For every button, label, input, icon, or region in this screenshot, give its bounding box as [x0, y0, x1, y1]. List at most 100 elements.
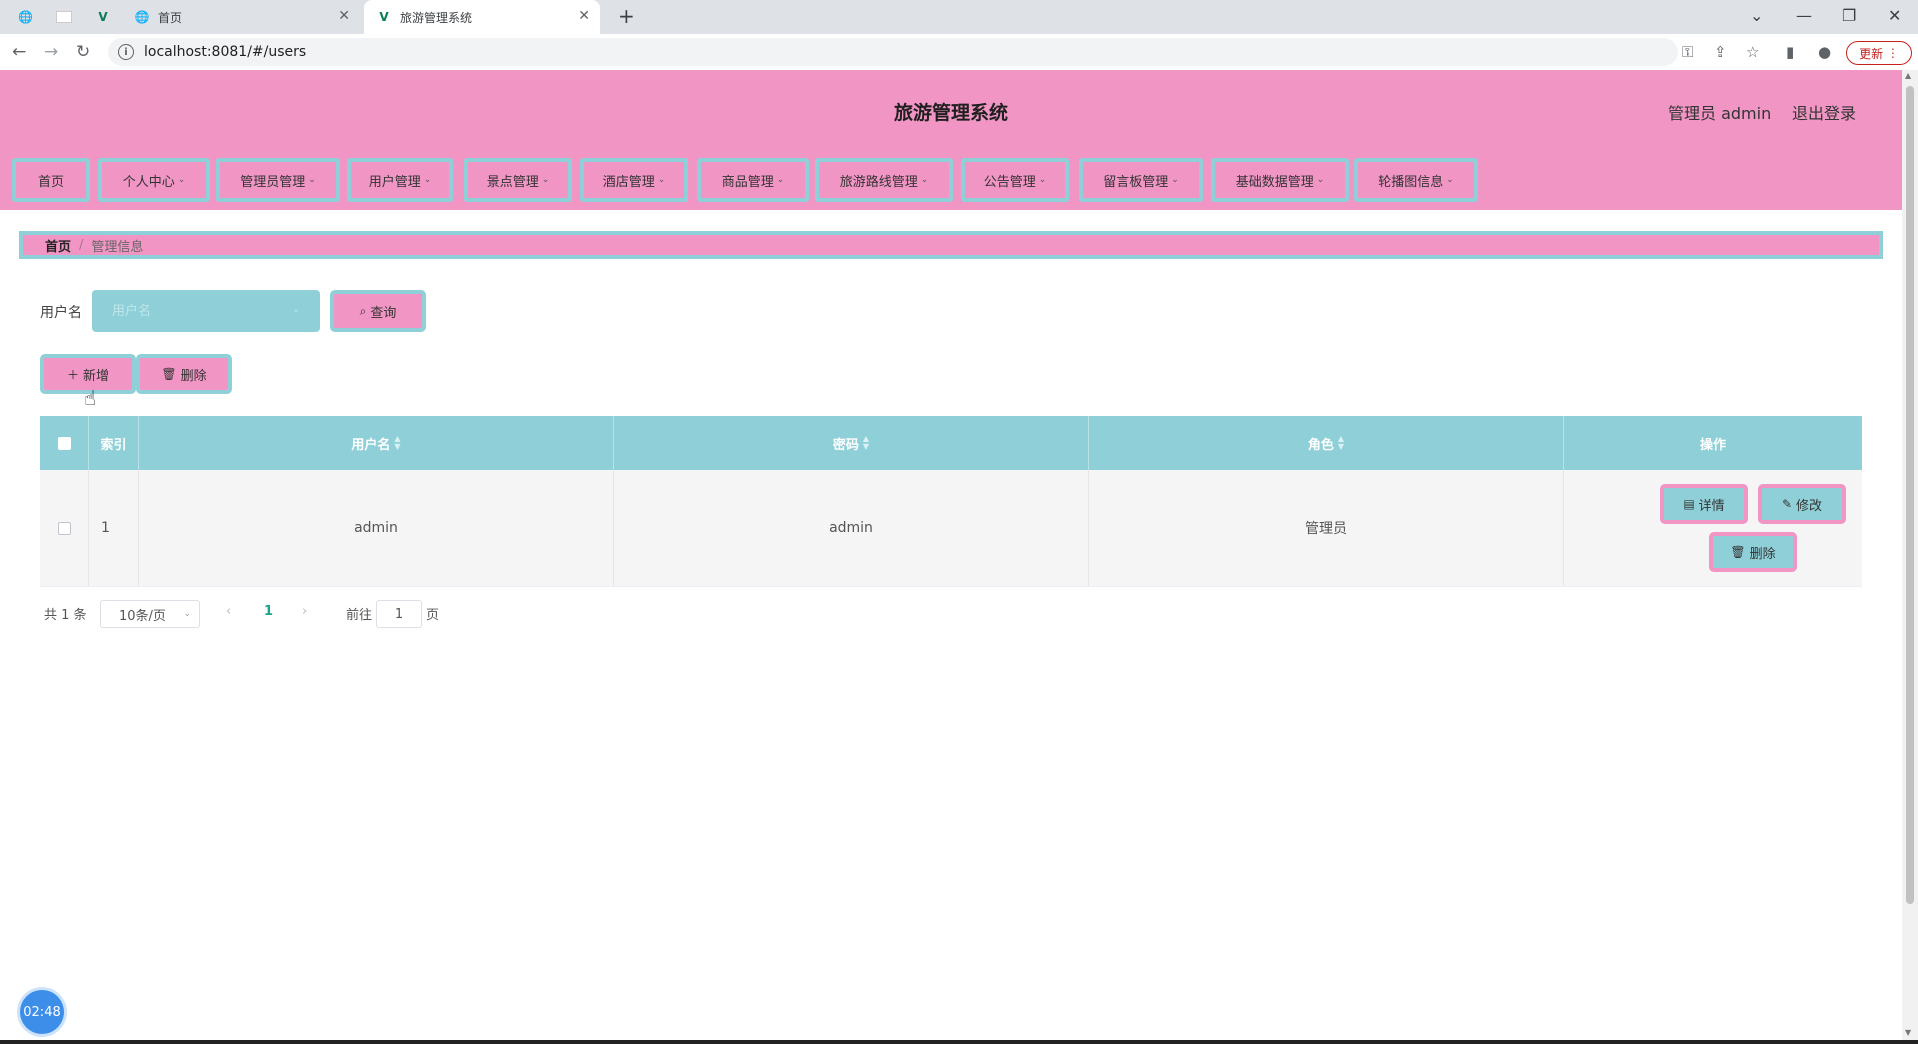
menu-item-attraction-management[interactable]: 景点管理 ⌄ — [464, 158, 572, 202]
browser-tab-pinned-3[interactable]: V — [96, 0, 118, 34]
menu-item-message-board-management[interactable]: 留言板管理 ⌄ — [1079, 158, 1203, 202]
page-size-select[interactable]: 10条/页 ⌄ — [100, 600, 200, 628]
pagination-total: 共 1 条 — [44, 608, 87, 623]
close-window-icon[interactable]: ✕ — [1888, 6, 1901, 25]
menu-item-route-management[interactable]: 旅游路线管理 ⌄ — [815, 158, 953, 202]
globe-icon: 🌐 — [134, 10, 150, 24]
table-header: 索引 用户名 ▲ ▼ 密码 ▲ ▼ 角色 ▲ ▼ 操作 — [40, 416, 1862, 470]
header-role[interactable]: 角色 ▲ ▼ — [1089, 416, 1564, 470]
chevron-down-icon: ⌄ — [183, 609, 191, 619]
chevron-down-icon: ⌄ — [292, 304, 301, 315]
site-info-icon[interactable]: i — [118, 44, 134, 60]
update-label: 更新 — [1859, 46, 1884, 61]
row-checkbox[interactable] — [57, 521, 71, 535]
bookmark-star-icon[interactable]: ☆ — [1746, 43, 1759, 61]
menu-item-label: 景点管理 — [486, 174, 539, 190]
header-index: 索引 — [89, 416, 139, 470]
restore-icon[interactable]: ❐ — [1842, 6, 1856, 25]
back-arrow-icon[interactable]: ← — [12, 42, 26, 62]
menu-item-base-data-management[interactable]: 基础数据管理 ⌄ — [1211, 158, 1349, 202]
pencil-icon: ✎ — [1781, 497, 1793, 511]
plus-icon: ＋ — [66, 367, 79, 382]
site-title: 旅游管理系统 — [893, 102, 1008, 124]
taskbar-edge — [0, 1040, 1918, 1044]
minimize-icon[interactable]: — — [1796, 6, 1812, 25]
menu-item-label: 管理员管理 — [240, 174, 306, 190]
browser-tab-active[interactable]: V 旅游管理系统 ✕ — [364, 0, 600, 34]
header-label: 用户名 — [351, 437, 391, 453]
sort-icon[interactable]: ▲ ▼ — [1338, 435, 1344, 451]
sort-icon[interactable]: ▲ ▼ — [394, 435, 400, 451]
page-size-value: 10条/页 — [119, 608, 166, 624]
trash-icon: 🗑 — [1730, 545, 1746, 559]
menu-item-carousel-info[interactable]: 轮播图信息 ⌄ — [1354, 158, 1478, 202]
close-tab-icon[interactable]: ✕ — [338, 8, 350, 24]
menu-item-admin-management[interactable]: 管理员管理 ⌄ — [216, 158, 340, 202]
scroll-down-arrow-icon[interactable]: ▼ — [1905, 1028, 1911, 1037]
menu-item-product-management[interactable]: 商品管理 ⌄ — [697, 158, 809, 202]
browser-tab-pinned-2[interactable] — [56, 0, 78, 34]
row-delete-button-label: 删除 — [1749, 546, 1776, 562]
username-search-input[interactable] — [92, 290, 320, 332]
menu-item-home[interactable]: 首页 — [12, 158, 90, 202]
url-field[interactable]: i localhost:8081/#/users — [108, 38, 1678, 66]
header-username[interactable]: 用户名 ▲ ▼ — [139, 416, 614, 470]
trash-icon: 🗑 — [161, 367, 177, 381]
goto-page-input[interactable] — [376, 600, 422, 628]
floating-clock-badge[interactable]: 02:48 — [20, 990, 64, 1034]
header-label: 角色 — [1307, 437, 1334, 453]
search-button[interactable]: ⌕ 查询 — [330, 290, 426, 332]
new-tab-icon[interactable]: + — [618, 4, 635, 28]
header-label: 操作 — [1699, 437, 1726, 453]
menu-item-personal-center[interactable]: 个人中心 ⌄ — [98, 158, 210, 202]
reload-icon[interactable]: ↻ — [76, 42, 90, 62]
search-label: 用户名 — [40, 305, 82, 321]
browser-update-button[interactable]: 更新 ⋮ — [1846, 41, 1912, 65]
breadcrumb-separator: / — [79, 237, 84, 253]
scrollbar-thumb[interactable] — [1906, 86, 1914, 904]
browser-address-bar: ← → ↻ i localhost:8081/#/users ⚿ ⇪ ☆ ▮ ● — [0, 34, 1918, 71]
cell-role: 管理员 — [1089, 470, 1564, 586]
search-icon: ⌕ — [359, 303, 367, 318]
users-table: 索引 用户名 ▲ ▼ 密码 ▲ ▼ 角色 ▲ ▼ 操作 1 admin admin 管理员 … — [40, 416, 1862, 588]
chevron-down-icon: ⌄ — [1316, 175, 1325, 185]
menu-item-notice-management[interactable]: 公告管理 ⌄ — [961, 158, 1069, 202]
tab-search-chevron-icon[interactable]: ⌄ — [1750, 6, 1763, 25]
browser-tab-home[interactable]: 🌐 首页 ✕ — [134, 0, 360, 34]
detail-button[interactable]: ▤ 详情 — [1660, 484, 1748, 524]
select-all-checkbox[interactable] — [57, 436, 71, 450]
menu-item-hotel-management[interactable]: 酒店管理 ⌄ — [580, 158, 688, 202]
edit-button[interactable]: ✎ 修改 — [1758, 484, 1846, 524]
share-icon[interactable]: ⇪ — [1714, 43, 1727, 61]
next-page-icon[interactable]: › — [302, 604, 307, 619]
chevron-down-icon: ⌄ — [308, 175, 316, 185]
menu-item-label: 轮播图信息 — [1378, 174, 1444, 190]
key-icon[interactable]: ⚿ — [1682, 43, 1693, 61]
browser-tab-pinned-1[interactable]: 🌐 — [18, 0, 40, 34]
chevron-down-icon: ⌄ — [1038, 175, 1047, 185]
document-icon: ▤ — [1683, 497, 1695, 511]
logout-link[interactable]: 退出登录 — [1792, 100, 1856, 124]
page-number-current[interactable]: 1 — [264, 604, 273, 619]
scroll-up-arrow-icon[interactable]: ▲ — [1905, 71, 1911, 80]
breadcrumb-home[interactable]: 首页 — [45, 236, 71, 255]
menu-item-user-management[interactable]: 用户管理 ⌄ — [347, 158, 453, 202]
forward-arrow-icon[interactable]: → — [44, 42, 58, 62]
menu-item-label: 旅游路线管理 — [839, 174, 918, 190]
profile-icon[interactable]: ● — [1818, 43, 1831, 61]
close-tab-icon[interactable]: ✕ — [578, 8, 590, 24]
row-delete-button[interactable]: 🗑 删除 — [1709, 532, 1797, 572]
goto-suffix: 页 — [426, 608, 440, 623]
menu-item-label: 用户管理 — [368, 174, 421, 190]
breadcrumb-current: 管理信息 — [91, 239, 144, 255]
chevron-down-icon: ⌄ — [920, 175, 929, 185]
sort-icon[interactable]: ▲ ▼ — [863, 435, 869, 451]
breadcrumb: 首页 / 管理信息 — [19, 231, 1883, 259]
batch-delete-button[interactable]: 🗑 删除 — [136, 354, 232, 394]
prev-page-icon[interactable]: ‹ — [226, 604, 231, 619]
hand-cursor-icon: ☝ — [84, 386, 97, 410]
menu-item-label: 酒店管理 — [602, 174, 655, 190]
chevron-down-icon: ⌄ — [776, 175, 785, 185]
header-password[interactable]: 密码 ▲ ▼ — [614, 416, 1089, 470]
side-panel-icon[interactable]: ▮ — [1786, 43, 1794, 61]
